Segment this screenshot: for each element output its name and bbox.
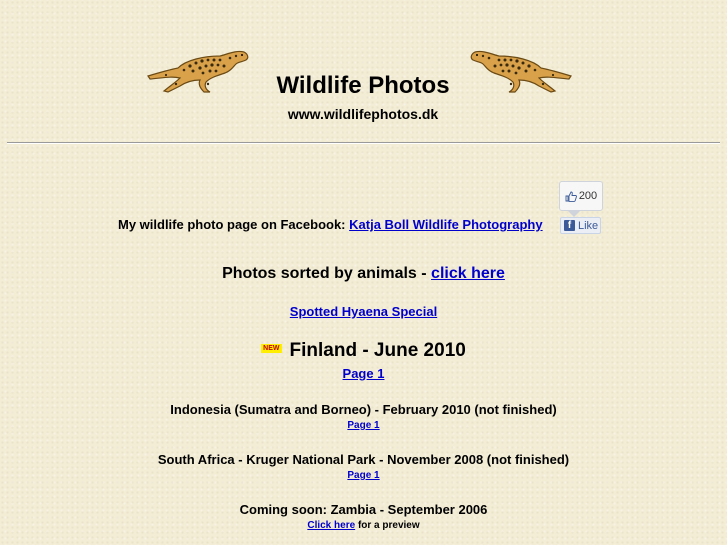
featured-trip-title: Finland - June 2010	[289, 340, 466, 361]
zambia-preview-link[interactable]: Click here	[307, 520, 355, 531]
preview-suffix: for a preview	[357, 520, 420, 531]
facebook-line: My wildlife photo page on Facebook: Katj…	[118, 217, 543, 232]
facebook-text: My wildlife photo page on Facebook:	[118, 217, 346, 232]
trip-south-africa-title: South Africa - Kruger National Park - No…	[157, 452, 570, 467]
animals-text: Photos sorted by animals -	[222, 265, 427, 282]
like-count-box: 200	[559, 181, 603, 217]
hyaena-special-link[interactable]: Spotted Hyaena Special	[290, 304, 437, 319]
special-line: Spotted Hyaena Special	[0, 304, 727, 319]
south-africa-page-1-link[interactable]: Page 1	[347, 470, 379, 481]
header-divider	[7, 142, 720, 144]
coming-soon-title: Coming soon: Zambia - September 2006	[239, 502, 488, 517]
trip-south-africa-page: Page 1	[0, 470, 727, 481]
coming-soon-preview: Click here for a preview	[0, 520, 727, 531]
thumbs-up-icon	[565, 191, 577, 202]
featured-trip: NEW Finland - June 2010	[0, 340, 727, 362]
facebook-like-button[interactable]: f Like	[560, 217, 601, 234]
page-title: Wildlife Photos	[276, 72, 450, 99]
animals-link[interactable]: click here	[431, 265, 505, 282]
like-count: 200	[578, 190, 598, 202]
finland-page-1-link[interactable]: Page 1	[343, 366, 385, 381]
indonesia-page-1-link[interactable]: Page 1	[347, 420, 379, 431]
facebook-icon: f	[564, 220, 575, 231]
facebook-page-link[interactable]: Katja Boll Wildlife Photography	[349, 217, 542, 232]
animals-line: Photos sorted by animals - click here	[0, 265, 727, 283]
featured-page-line: Page 1	[0, 366, 727, 381]
like-label: Like	[578, 219, 599, 232]
site-url: www.wildlifephotos.dk	[287, 106, 439, 122]
new-badge: NEW	[261, 344, 282, 353]
trip-indonesia-title: Indonesia (Sumatra and Borneo) - Februar…	[170, 402, 557, 417]
trip-indonesia-page: Page 1	[0, 420, 727, 431]
